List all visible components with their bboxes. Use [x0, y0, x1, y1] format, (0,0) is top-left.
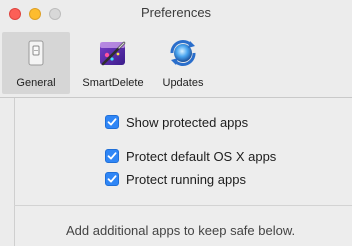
general-pane: Show protected apps Protect default OS X…	[0, 98, 352, 246]
add-apps-info-text: Add additional apps to keep safe below.	[66, 223, 296, 238]
checkmark-icon	[107, 175, 117, 183]
protect-default-apps-label: Protect default OS X apps	[126, 148, 277, 164]
checkmark-icon	[107, 118, 117, 126]
general-switch-icon	[20, 37, 52, 69]
preferences-toolbar: General SmartDelete Updates	[0, 26, 352, 98]
updates-icon	[167, 37, 199, 69]
protect-default-apps-option[interactable]: Protect default OS X apps	[105, 147, 276, 165]
tab-smartdelete-label: SmartDelete	[82, 77, 144, 89]
title-bar: Preferences	[0, 0, 352, 26]
show-protected-apps-checkbox[interactable]	[105, 115, 119, 129]
smartdelete-icon	[97, 37, 129, 69]
tab-general-label: General	[16, 77, 56, 89]
protect-running-apps-option[interactable]: Protect running apps	[105, 170, 246, 188]
protect-running-apps-label: Protect running apps	[126, 171, 246, 187]
section-divider	[14, 205, 352, 206]
protect-running-apps-checkbox[interactable]	[105, 172, 119, 186]
checkmark-icon	[107, 152, 117, 160]
tab-smartdelete[interactable]: SmartDelete	[74, 32, 152, 94]
show-protected-apps-option[interactable]: Show protected apps	[105, 113, 248, 131]
preferences-window: Preferences General SmartDelete Updates …	[0, 0, 352, 246]
tab-updates[interactable]: Updates	[154, 32, 212, 94]
tab-general[interactable]: General	[2, 32, 70, 94]
show-protected-apps-label: Show protected apps	[126, 114, 249, 130]
window-title: Preferences	[140, 5, 212, 20]
tab-updates-label: Updates	[162, 77, 204, 89]
protect-default-apps-checkbox[interactable]	[105, 149, 119, 163]
